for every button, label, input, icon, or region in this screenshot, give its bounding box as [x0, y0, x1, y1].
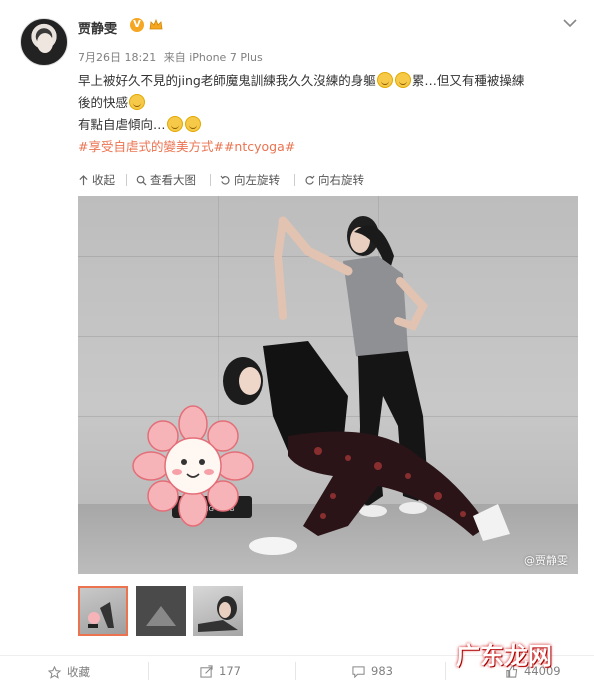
grin-emoji-icon [376, 72, 393, 88]
post-time[interactable]: 7月26日 18:21 [78, 51, 156, 64]
post-text-line: 早上被好久不見的jing老師魔鬼訓練我久久沒練的身軀 [78, 73, 376, 88]
post-meta: 7月26日 18:21 来自 iPhone 7 Plus [78, 49, 267, 65]
rotate-right-icon [305, 175, 315, 185]
post-header: 贾静雯 V 7月26日 18:21 来自 iPhone 7 Plus [0, 0, 594, 75]
rotate-left-label: 向左旋转 [234, 173, 280, 187]
collapse-label: 收起 [92, 173, 115, 187]
divider [126, 174, 127, 186]
rotate-left-icon [220, 175, 230, 185]
thumbnail-image [198, 596, 238, 632]
rotate-right-label: 向右旋转 [318, 173, 364, 187]
repost-button[interactable]: 177 [200, 664, 241, 678]
favorite-label: 收藏 [67, 665, 90, 679]
view-large-button[interactable]: 查看大图 [136, 172, 196, 188]
relieved-emoji-icon [129, 94, 146, 110]
thumbnail-image [136, 586, 186, 636]
member-crown-icon [149, 18, 163, 30]
avatar[interactable] [20, 18, 68, 66]
post-text-line: 累…但又有種被操練 [411, 73, 525, 88]
hashtag-link[interactable]: #享受自虐式的變美方式##ntcyoga# [78, 139, 295, 154]
post-text-line: 後的快感 [78, 95, 129, 110]
rotate-left-button[interactable]: 向左旋转 [220, 172, 280, 188]
comment-button[interactable]: 983 [352, 664, 393, 678]
thumbnail-3[interactable] [193, 586, 243, 636]
thumbnail-2[interactable] [136, 586, 186, 636]
divider [294, 174, 295, 186]
share-icon [200, 664, 213, 678]
repost-count: 177 [219, 664, 241, 678]
post-source: 来自 iPhone 7 Plus [163, 51, 263, 64]
collapse-button[interactable]: 收起 [78, 172, 115, 188]
verified-badge-icon: V [130, 18, 144, 32]
laugh-cry-emoji-icon [184, 116, 201, 132]
thumbnail-1[interactable] [78, 586, 128, 636]
grin-emoji-icon [394, 72, 411, 88]
chevron-down-icon[interactable] [562, 16, 578, 30]
username[interactable]: 贾静雯 [78, 18, 117, 37]
post-text-line: 有點自虐傾向… [78, 117, 166, 132]
image-watermark: @贾静雯 [524, 554, 568, 567]
favorite-button[interactable]: 收藏 [48, 664, 90, 680]
star-icon [48, 665, 61, 679]
image-toolbar: 收起 查看大图 向左旋转 向右旋转 [78, 168, 578, 192]
arrow-up-icon [79, 174, 88, 185]
yoga-photo-illustration: NING CLUB [132, 216, 510, 555]
rotate-right-button[interactable]: 向右旋转 [304, 172, 364, 188]
divider [295, 662, 296, 680]
thumbnail-image [88, 602, 114, 628]
comment-icon [352, 665, 365, 678]
laugh-cry-emoji-icon [166, 116, 183, 132]
post-content: 早上被好久不見的jing老師魔鬼訓練我久久沒練的身軀 累…但又有種被操練 後的快感… [78, 70, 578, 158]
view-large-label: 查看大图 [150, 173, 196, 187]
comment-count: 983 [371, 664, 393, 678]
post-main-image[interactable]: NING CLUB [78, 196, 578, 574]
divider [210, 174, 211, 186]
divider [148, 662, 149, 680]
search-icon [136, 175, 147, 186]
divider [445, 662, 446, 680]
site-logo: 广东龙网 [456, 642, 552, 670]
